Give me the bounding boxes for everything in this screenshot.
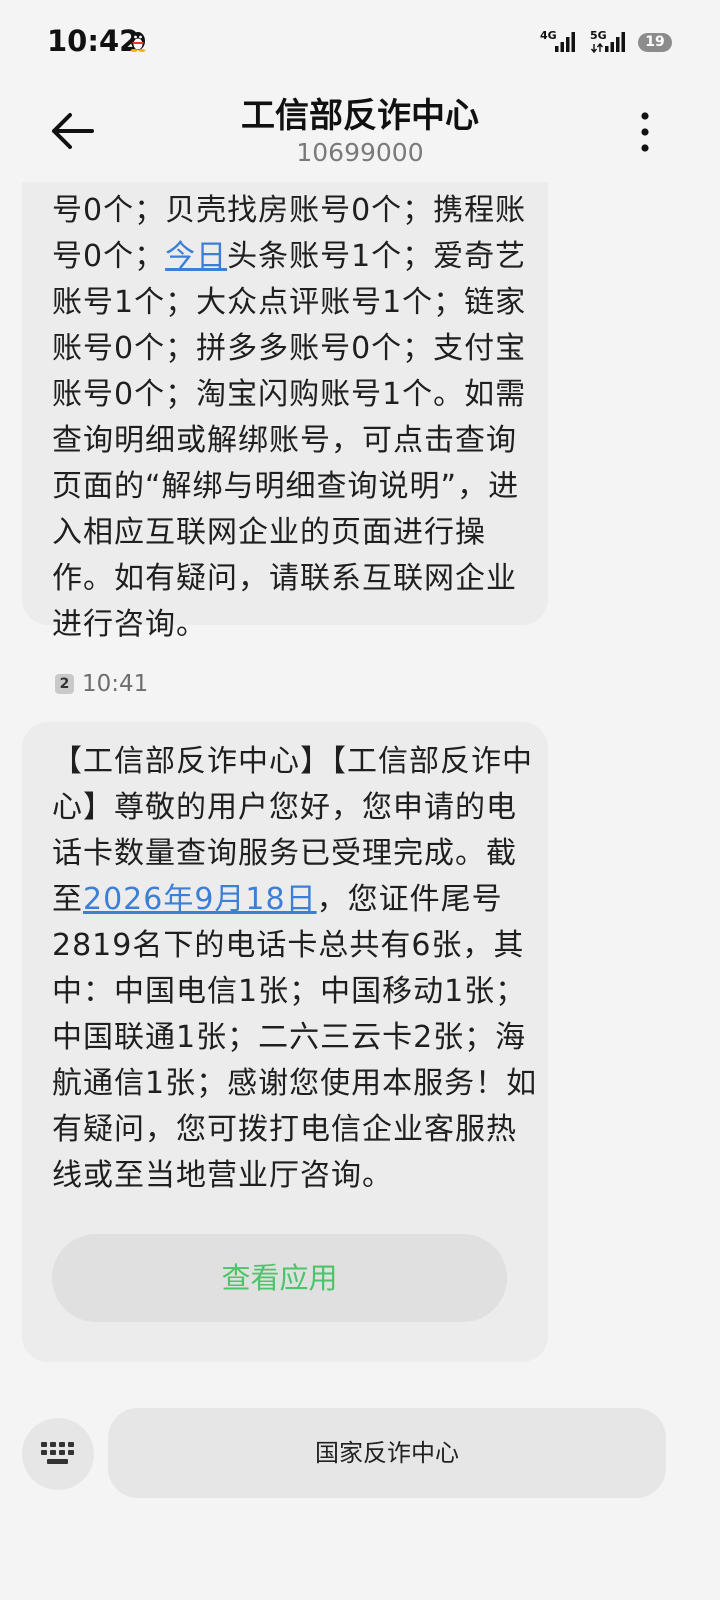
message-timestamp: 2 10:41	[55, 671, 148, 701]
keyboard-button[interactable]	[22, 1418, 94, 1490]
message-text: 【工信部反诈中心】【工信部反诈中心】尊敬的用户您好，您申请的电话卡数量查询服务已…	[52, 739, 542, 1199]
message-bubble[interactable]: 【工信部反诈中心】【工信部反诈中心】尊敬的用户您好，您申请的电话卡数量查询服务已…	[22, 722, 548, 1362]
message-text-part: ，您证件尾号2819名下的电话卡总共有6张，其中：中国电信1张；中国移动1张；中…	[52, 882, 538, 1193]
contact-number: 10699000	[296, 138, 424, 167]
status-bar: 10:42 4G 5G 19	[0, 0, 720, 80]
view-app-button[interactable]: 查看应用	[52, 1234, 507, 1322]
signal-4g-icon: 4G	[540, 29, 575, 52]
quick-reply-button[interactable]: 国家反诈中心	[108, 1408, 666, 1498]
status-time: 10:42	[47, 24, 140, 58]
svg-text:5G: 5G	[590, 29, 607, 42]
signal-5g-icon: 5G	[590, 29, 625, 54]
keyboard-icon	[41, 1442, 74, 1464]
more-vertical-icon[interactable]	[630, 106, 660, 158]
message-bubble[interactable]: 号0个；贝壳找房账号0个；携程账号0个；今日头条账号1个；爱奇艺账号1个；大众点…	[22, 160, 548, 642]
timestamp-time: 10:41	[82, 671, 149, 697]
battery-icon: 19	[638, 33, 672, 52]
conversation-header: 工信部反诈中心 10699000	[0, 80, 720, 182]
message-text-part: 头条账号1个；爱奇艺账号1个；大众点评账号1个；链家账号0个；拼多多账号0个；支…	[52, 239, 527, 642]
date-link[interactable]: 今日	[165, 239, 227, 274]
sim-2-icon: 2	[55, 674, 74, 694]
message-text: 号0个；贝壳找房账号0个；携程账号0个；今日头条账号1个；爱奇艺账号1个；大众点…	[52, 188, 542, 648]
qq-penguin-icon	[130, 32, 146, 52]
date-link[interactable]: 2026年9月18日	[83, 882, 317, 917]
svg-text:4G: 4G	[540, 29, 557, 42]
contact-title: 工信部反诈中心	[241, 96, 479, 136]
